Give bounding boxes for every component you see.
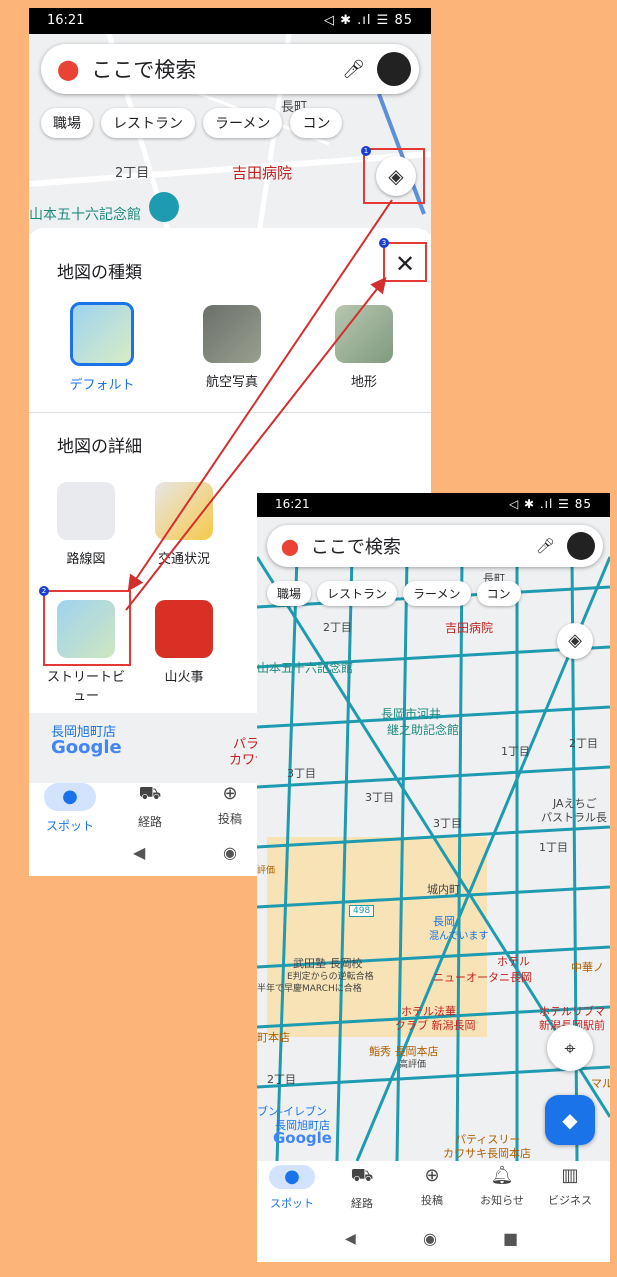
m2-label-38: マル [591, 1077, 610, 1090]
phone-screenshot-2: 16:21 ◁ ✱ .ıl ☰ 85 長町 2丁目 吉田病院 山本五十六記念館 … [257, 493, 610, 1262]
nav2-post[interactable]: ⊕ 投稿 [399, 1165, 465, 1208]
nav2-updates-label: お知らせ [480, 1194, 524, 1207]
status-bar-2: 16:21 ◁ ✱ .ıl ☰ 85 [257, 493, 610, 517]
google-logo-2: Google [273, 1129, 332, 1147]
car-icon: ⛟ [350, 1165, 374, 1186]
plus-circle-icon: ⊕ [424, 1165, 440, 1186]
recents-icon-2[interactable]: ■ [503, 1229, 518, 1248]
nav2-route-label: 経路 [351, 1197, 373, 1210]
street-view-map[interactable]: 長町 2丁目 吉田病院 山本五十六記念館 長岡市河井 継之助記念館 1丁目 2丁… [257, 517, 610, 1161]
m2-label-30: 2丁目 [267, 1073, 296, 1086]
m2-label-9: 3丁目 [287, 767, 316, 780]
nav2-route[interactable]: ⛟ 経路 [329, 1165, 395, 1211]
m2-label-5[interactable]: 長岡市河井 [381, 705, 441, 722]
nav2-spot-label: スポット [270, 1197, 314, 1210]
m2-label-17: 混んでいます [429, 931, 489, 942]
status-time-2: 16:21 [275, 497, 310, 511]
m2-label-24[interactable]: クラブ 新潟長岡 [395, 1017, 476, 1033]
m2-label-36: 中華ノ [571, 961, 604, 974]
search-placeholder-2[interactable]: ここで検索 [311, 533, 536, 559]
layers-button-2[interactable]: ◈ [557, 623, 593, 659]
nav2-updates[interactable]: 🔔︎ お知らせ [469, 1165, 535, 1208]
m2-label-4[interactable]: 山本五十六記念館 [257, 659, 353, 676]
avatar-2[interactable] [567, 532, 595, 560]
store-icon: ▥ [561, 1165, 579, 1186]
m2-label-11: 3丁目 [433, 817, 462, 830]
my-location-button[interactable]: ⌖ [547, 1025, 593, 1071]
chip-restaurant-2[interactable]: レストラン [317, 581, 398, 606]
nav2-business-label: ビジネス [548, 1194, 592, 1207]
m2-label-35[interactable]: カワサキ長岡本店 [443, 1145, 531, 1161]
m2-label-8: 2丁目 [569, 737, 598, 750]
chip-work-2[interactable]: 職場 [267, 581, 312, 606]
m2-label-6[interactable]: 継之助記念館 [387, 721, 459, 738]
maps-pin-icon-2: ⬤ [281, 536, 299, 556]
pin-icon: ● [269, 1165, 315, 1189]
back-icon-2[interactable]: ◀ [345, 1231, 356, 1247]
search-bar-2[interactable]: ⬤ ここで検索 🎤︎ [267, 525, 603, 567]
system-nav-2: ◀ ◉ ■ [257, 1219, 610, 1262]
m2-label-19[interactable]: ニューオータニ長岡 [433, 969, 532, 985]
bell-icon: 🔔︎ [490, 1165, 514, 1186]
nav2-post-label: 投稿 [421, 1194, 443, 1207]
directions-button[interactable]: ◆ [545, 1095, 595, 1145]
m2-label-29: 町本店 [257, 1031, 290, 1044]
layers-icon-2: ◈ [568, 630, 582, 651]
m2-label-28: 高評価 [399, 1060, 427, 1070]
m2-label-13: パストラル長 [541, 811, 607, 824]
my-location-icon: ⌖ [564, 1036, 576, 1060]
m2-label-10: 3丁目 [365, 791, 394, 804]
route-shield-498: 498 [349, 905, 375, 917]
m2-label-3[interactable]: 吉田病院 [445, 619, 493, 636]
microphone-icon-2[interactable]: 🎤︎ [536, 537, 555, 555]
m2-label-18[interactable]: ホテル [497, 953, 530, 969]
m2-label-14: 1丁目 [539, 841, 568, 854]
m2-label-2: 2丁目 [323, 621, 352, 634]
home-icon-2[interactable]: ◉ [423, 1229, 437, 1248]
nav2-business[interactable]: ▥ ビジネス [537, 1165, 603, 1208]
m2-label-22: 半年で早慶MARCHに合格 [257, 984, 362, 994]
bottom-nav-2: ● スポット ⛟ 経路 ⊕ 投稿 🔔︎ お知らせ ▥ ビジネス [257, 1161, 610, 1219]
directions-icon: ◆ [562, 1108, 578, 1132]
chip-ramen-2[interactable]: ラーメン [403, 581, 471, 606]
nav2-spot[interactable]: ● スポット [259, 1165, 325, 1211]
m2-label-7: 1丁目 [501, 745, 530, 758]
chip-convenience-2[interactable]: コン [476, 581, 521, 606]
status-icons-2: ◁ ✱ .ıl ☰ 85 [508, 497, 592, 511]
m2-label-39: 評価 [257, 866, 276, 876]
m2-label-15: 城内町 [427, 883, 460, 896]
category-chips-2: 職場 レストラン ラーメン コン [267, 581, 521, 606]
